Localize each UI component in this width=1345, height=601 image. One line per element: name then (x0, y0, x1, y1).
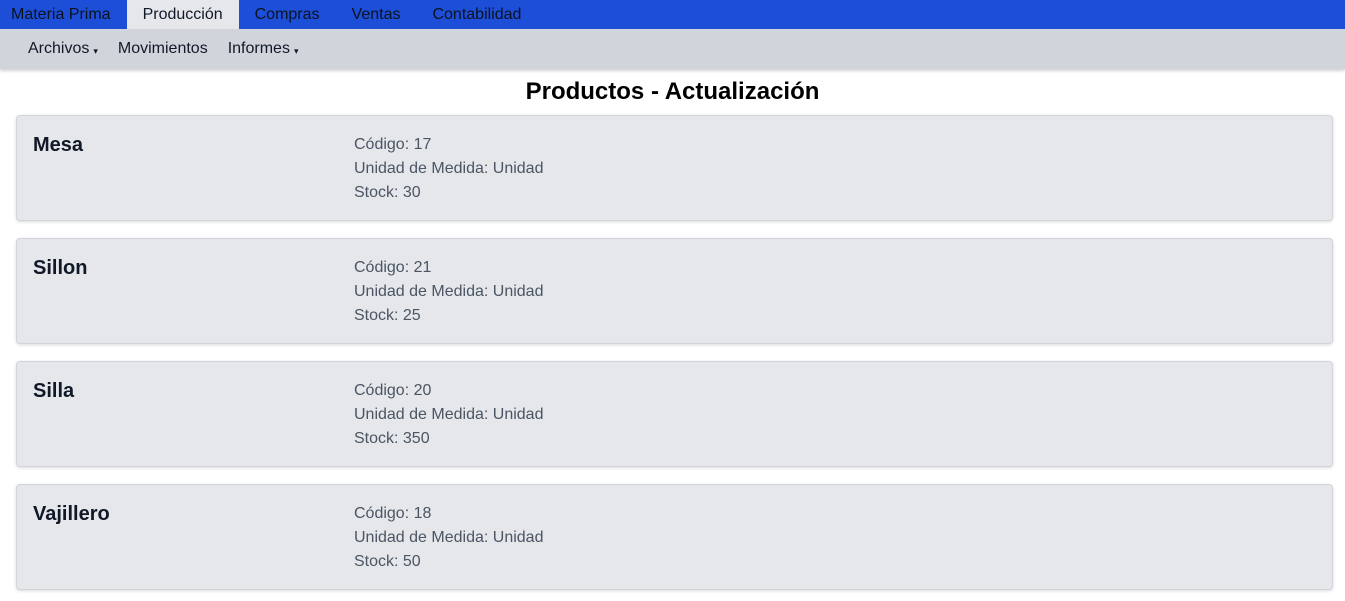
product-name: Vajillero (33, 503, 110, 525)
product-name: Mesa (33, 134, 84, 156)
product-name: Sillon (33, 257, 88, 279)
product-unidad: Unidad de Medida: Unidad (354, 160, 544, 177)
product-card-mesa[interactable]: Mesa Código: 17 Unidad de Medida: Unidad… (16, 115, 1333, 221)
product-stock: Stock: 25 (354, 307, 421, 324)
menu-archivos[interactable]: Archivos ▾ (28, 40, 98, 58)
menu-informes[interactable]: Informes ▾ (228, 40, 299, 58)
page-title: Productos - Actualización (525, 78, 820, 105)
product-card-sillon[interactable]: Sillon Código: 21 Unidad de Medida: Unid… (16, 238, 1333, 344)
product-card-vajillero[interactable]: Vajillero Código: 18 Unidad de Medida: U… (16, 484, 1333, 590)
tab-materia-prima[interactable]: Materia Prima (0, 0, 127, 29)
caret-down-icon: ▾ (93, 46, 98, 56)
product-codigo: Código: 18 (354, 505, 432, 522)
product-codigo: Código: 20 (354, 382, 432, 399)
product-details: Código: 18 Unidad de Medida: Unidad Stoc… (354, 502, 543, 574)
menu-archivos-label: Archivos (28, 40, 90, 57)
menu-movimientos-label: Movimientos (117, 40, 208, 57)
tab-contabilidad[interactable]: Contabilidad (416, 0, 537, 29)
menu-movimientos[interactable]: Movimientos (118, 40, 208, 58)
menu-informes-label: Informes (227, 40, 290, 57)
sub-navigation: Archivos ▾ Movimientos Informes ▾ (0, 29, 1345, 69)
product-details: Código: 17 Unidad de Medida: Unidad Stoc… (354, 133, 543, 205)
product-list: Mesa Código: 17 Unidad de Medida: Unidad… (0, 115, 1345, 590)
product-stock: Stock: 30 (354, 184, 421, 201)
product-card-silla[interactable]: Silla Código: 20 Unidad de Medida: Unida… (16, 361, 1333, 467)
product-stock: Stock: 50 (354, 553, 421, 570)
product-details: Código: 21 Unidad de Medida: Unidad Stoc… (354, 256, 543, 328)
product-codigo: Código: 17 (354, 136, 432, 153)
caret-down-icon: ▾ (293, 46, 299, 56)
product-codigo: Código: 21 (354, 259, 432, 276)
product-details: Código: 20 Unidad de Medida: Unidad Stoc… (354, 379, 543, 451)
product-stock: Stock: 350 (354, 430, 430, 447)
product-unidad: Unidad de Medida: Unidad (354, 529, 544, 546)
product-unidad: Unidad de Medida: Unidad (354, 283, 544, 300)
product-name: Silla (33, 380, 75, 402)
product-unidad: Unidad de Medida: Unidad (354, 406, 544, 423)
tab-produccion[interactable]: Producción (126, 0, 239, 29)
tab-compras[interactable]: Compras (239, 0, 336, 29)
top-navigation: Materia Prima Producción Compras Ventas … (0, 0, 1345, 29)
tab-ventas[interactable]: Ventas (336, 0, 417, 29)
